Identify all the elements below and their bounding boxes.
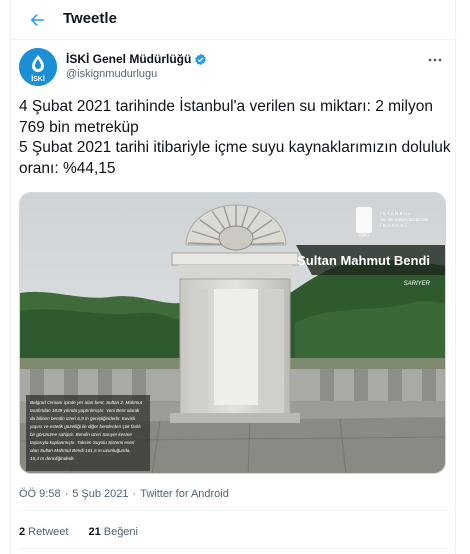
tweet-meta: ÖÖ 9:58 · 5 Şub 2021 · Twitter for Andro…	[19, 488, 229, 500]
org-line: İDARESİ	[380, 223, 407, 228]
iski-logo-icon: İSKİ	[19, 48, 57, 86]
tweet-author: İSKİ İSKİ Genel Müdürlüğü @iskignmudurlu…	[19, 48, 449, 92]
dam-photo: İSKİ İSTANBUL SU VE KANALİZASYON İDARESİ…	[20, 193, 445, 473]
tweet-page: Tweetle İSKİ İSKİ Genel Müdürlüğü @iskig…	[10, 0, 457, 554]
arrow-left-icon	[30, 14, 44, 26]
more-dots-icon	[428, 58, 442, 62]
media-location: SARIYER	[404, 281, 431, 287]
caption-line: taşlarıyla kaplanmıştır. Taksim Suyolu S…	[30, 440, 135, 445]
tweet-text-line: 4 Şubat 2021 tarihinde İstanbul'a verile…	[19, 98, 433, 136]
tweet-stats: 2 Retweet 21 Beğeni	[19, 526, 138, 538]
media-title: Sultan Mahmut Bendi	[297, 253, 430, 268]
like-number: 21	[88, 526, 101, 538]
page-title: Tweetle	[63, 10, 117, 27]
back-button[interactable]	[23, 6, 51, 34]
page-header: Tweetle	[11, 0, 457, 40]
meta-separator: ·	[132, 488, 137, 500]
like-count[interactable]: 21 Beğeni	[88, 526, 138, 538]
avatar-logo-text: İSKİ	[31, 75, 45, 83]
org-line: İSTANBUL	[380, 211, 412, 216]
tweet-text: 4 Şubat 2021 tarihinde İstanbul'a verile…	[19, 97, 451, 179]
caption-line: olan Sultan Mahmut Bendi 101,5 m uzunluğ…	[30, 448, 131, 453]
like-label: Beğeni	[103, 526, 138, 538]
watermark-logo-text: İSKİ	[359, 232, 368, 239]
divider	[19, 548, 449, 549]
caption-line: tarafından 1839 yılında yaptırılmıştır. …	[30, 408, 140, 413]
caption-line: Belgrad Ormanı içinde yer alan bent, Sul…	[30, 400, 143, 405]
tweet-media-image[interactable]: İSKİ İSTANBUL SU VE KANALİZASYON İDARESİ…	[19, 192, 446, 474]
tweet-text-line: 5 Şubat 2021 tarihi itibariyle içme suyu…	[19, 139, 451, 177]
tweet-time[interactable]: ÖÖ 9:58	[19, 488, 61, 500]
caption-line: bir görünüme sahiptir. Bendin üzeri Sarı…	[30, 432, 132, 437]
verified-badge-icon	[195, 53, 207, 65]
divider	[19, 510, 449, 511]
tweet-source[interactable]: Twitter for Android	[140, 488, 229, 500]
avatar[interactable]: İSKİ	[19, 48, 57, 86]
meta-separator: ·	[64, 488, 69, 500]
author-name-row: İSKİ Genel Müdürlüğü	[66, 52, 207, 66]
author-name[interactable]: İSKİ Genel Müdürlüğü	[66, 52, 191, 66]
caption-line: da bilinen bendin üzeri 6,9 m genişliğin…	[30, 416, 136, 421]
caption-line: 15,4 m derinliğindedir.	[30, 456, 75, 461]
retweet-count[interactable]: 2 Retweet	[19, 526, 68, 538]
tweet-date[interactable]: 5 Şub 2021	[72, 488, 128, 500]
retweet-number: 2	[19, 526, 26, 538]
author-handle[interactable]: @iskignmudurlugu	[66, 68, 157, 80]
caption-line: yapısı ve estetik güzelliği ile diğer be…	[29, 424, 142, 429]
more-options-button[interactable]	[425, 52, 445, 68]
org-line: SU VE KANALİZASYON	[380, 217, 428, 222]
retweet-label: Retweet	[28, 526, 69, 538]
